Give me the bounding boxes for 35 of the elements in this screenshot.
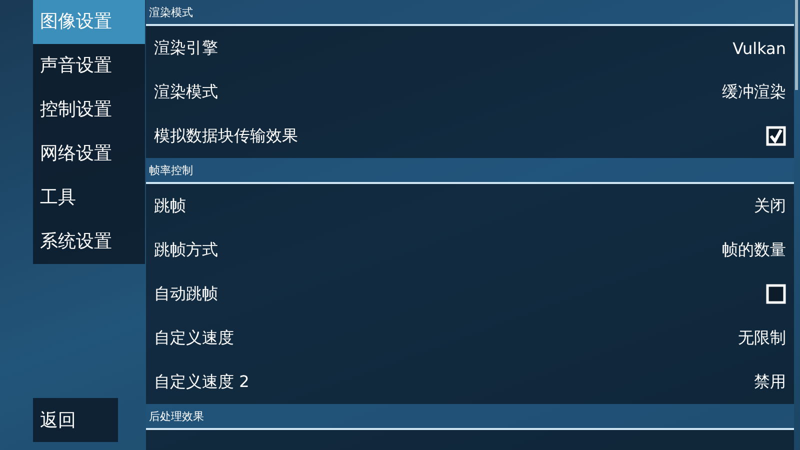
sidebar-item[interactable]: 声音设置 — [33, 44, 145, 88]
setting-row[interactable]: 渲染模式 缓冲渲染 — [146, 70, 794, 114]
setting-label: 跳帧方式 — [154, 240, 218, 260]
scrollbar[interactable] — [795, 0, 798, 90]
setting-value: 帧的数量 — [722, 240, 786, 260]
setting-value: Vulkan — [732, 38, 786, 58]
setting-value: 关闭 — [754, 196, 786, 216]
setting-row[interactable]: 自定义速度 无限制 — [146, 316, 794, 360]
setting-label: 自定义速度 2 — [154, 372, 250, 392]
checkbox[interactable] — [766, 126, 786, 146]
checkbox[interactable] — [766, 284, 786, 304]
back-button[interactable]: 返回 — [33, 398, 118, 442]
sidebar-item[interactable]: 工具 — [33, 176, 145, 220]
section-title: 帧率控制 — [149, 162, 193, 178]
setting-value: 禁用 — [754, 372, 786, 392]
setting-row[interactable]: 渲染引擎 Vulkan — [146, 26, 794, 70]
sidebar-item[interactable]: 图像设置 — [33, 0, 145, 44]
setting-row[interactable]: 自定义速度 2 禁用 — [146, 360, 794, 404]
section-title: 渲染模式 — [149, 4, 193, 20]
setting-row[interactable]: 跳帧方式 帧的数量 — [146, 228, 794, 272]
setting-row[interactable]: 模拟数据块传输效果 — [146, 114, 794, 158]
setting-row[interactable]: 跳帧 关闭 — [146, 184, 794, 228]
sidebar-item[interactable]: 网络设置 — [33, 132, 145, 176]
sidebar-item[interactable]: 控制设置 — [33, 88, 145, 132]
setting-label: 渲染引擎 — [154, 38, 218, 58]
setting-label: 渲染模式 — [154, 82, 218, 102]
section-title: 后处理效果 — [149, 408, 204, 424]
setting-label: 自动跳帧 — [154, 284, 218, 304]
setting-value: 无限制 — [738, 328, 786, 348]
setting-label: 跳帧 — [154, 196, 186, 216]
setting-row[interactable]: 自动跳帧 — [146, 272, 794, 316]
setting-value: 缓冲渲染 — [722, 82, 786, 102]
setting-label: 模拟数据块传输效果 — [154, 126, 298, 146]
setting-label: 自定义速度 — [154, 328, 234, 348]
sidebar-item[interactable]: 系统设置 — [33, 220, 145, 264]
